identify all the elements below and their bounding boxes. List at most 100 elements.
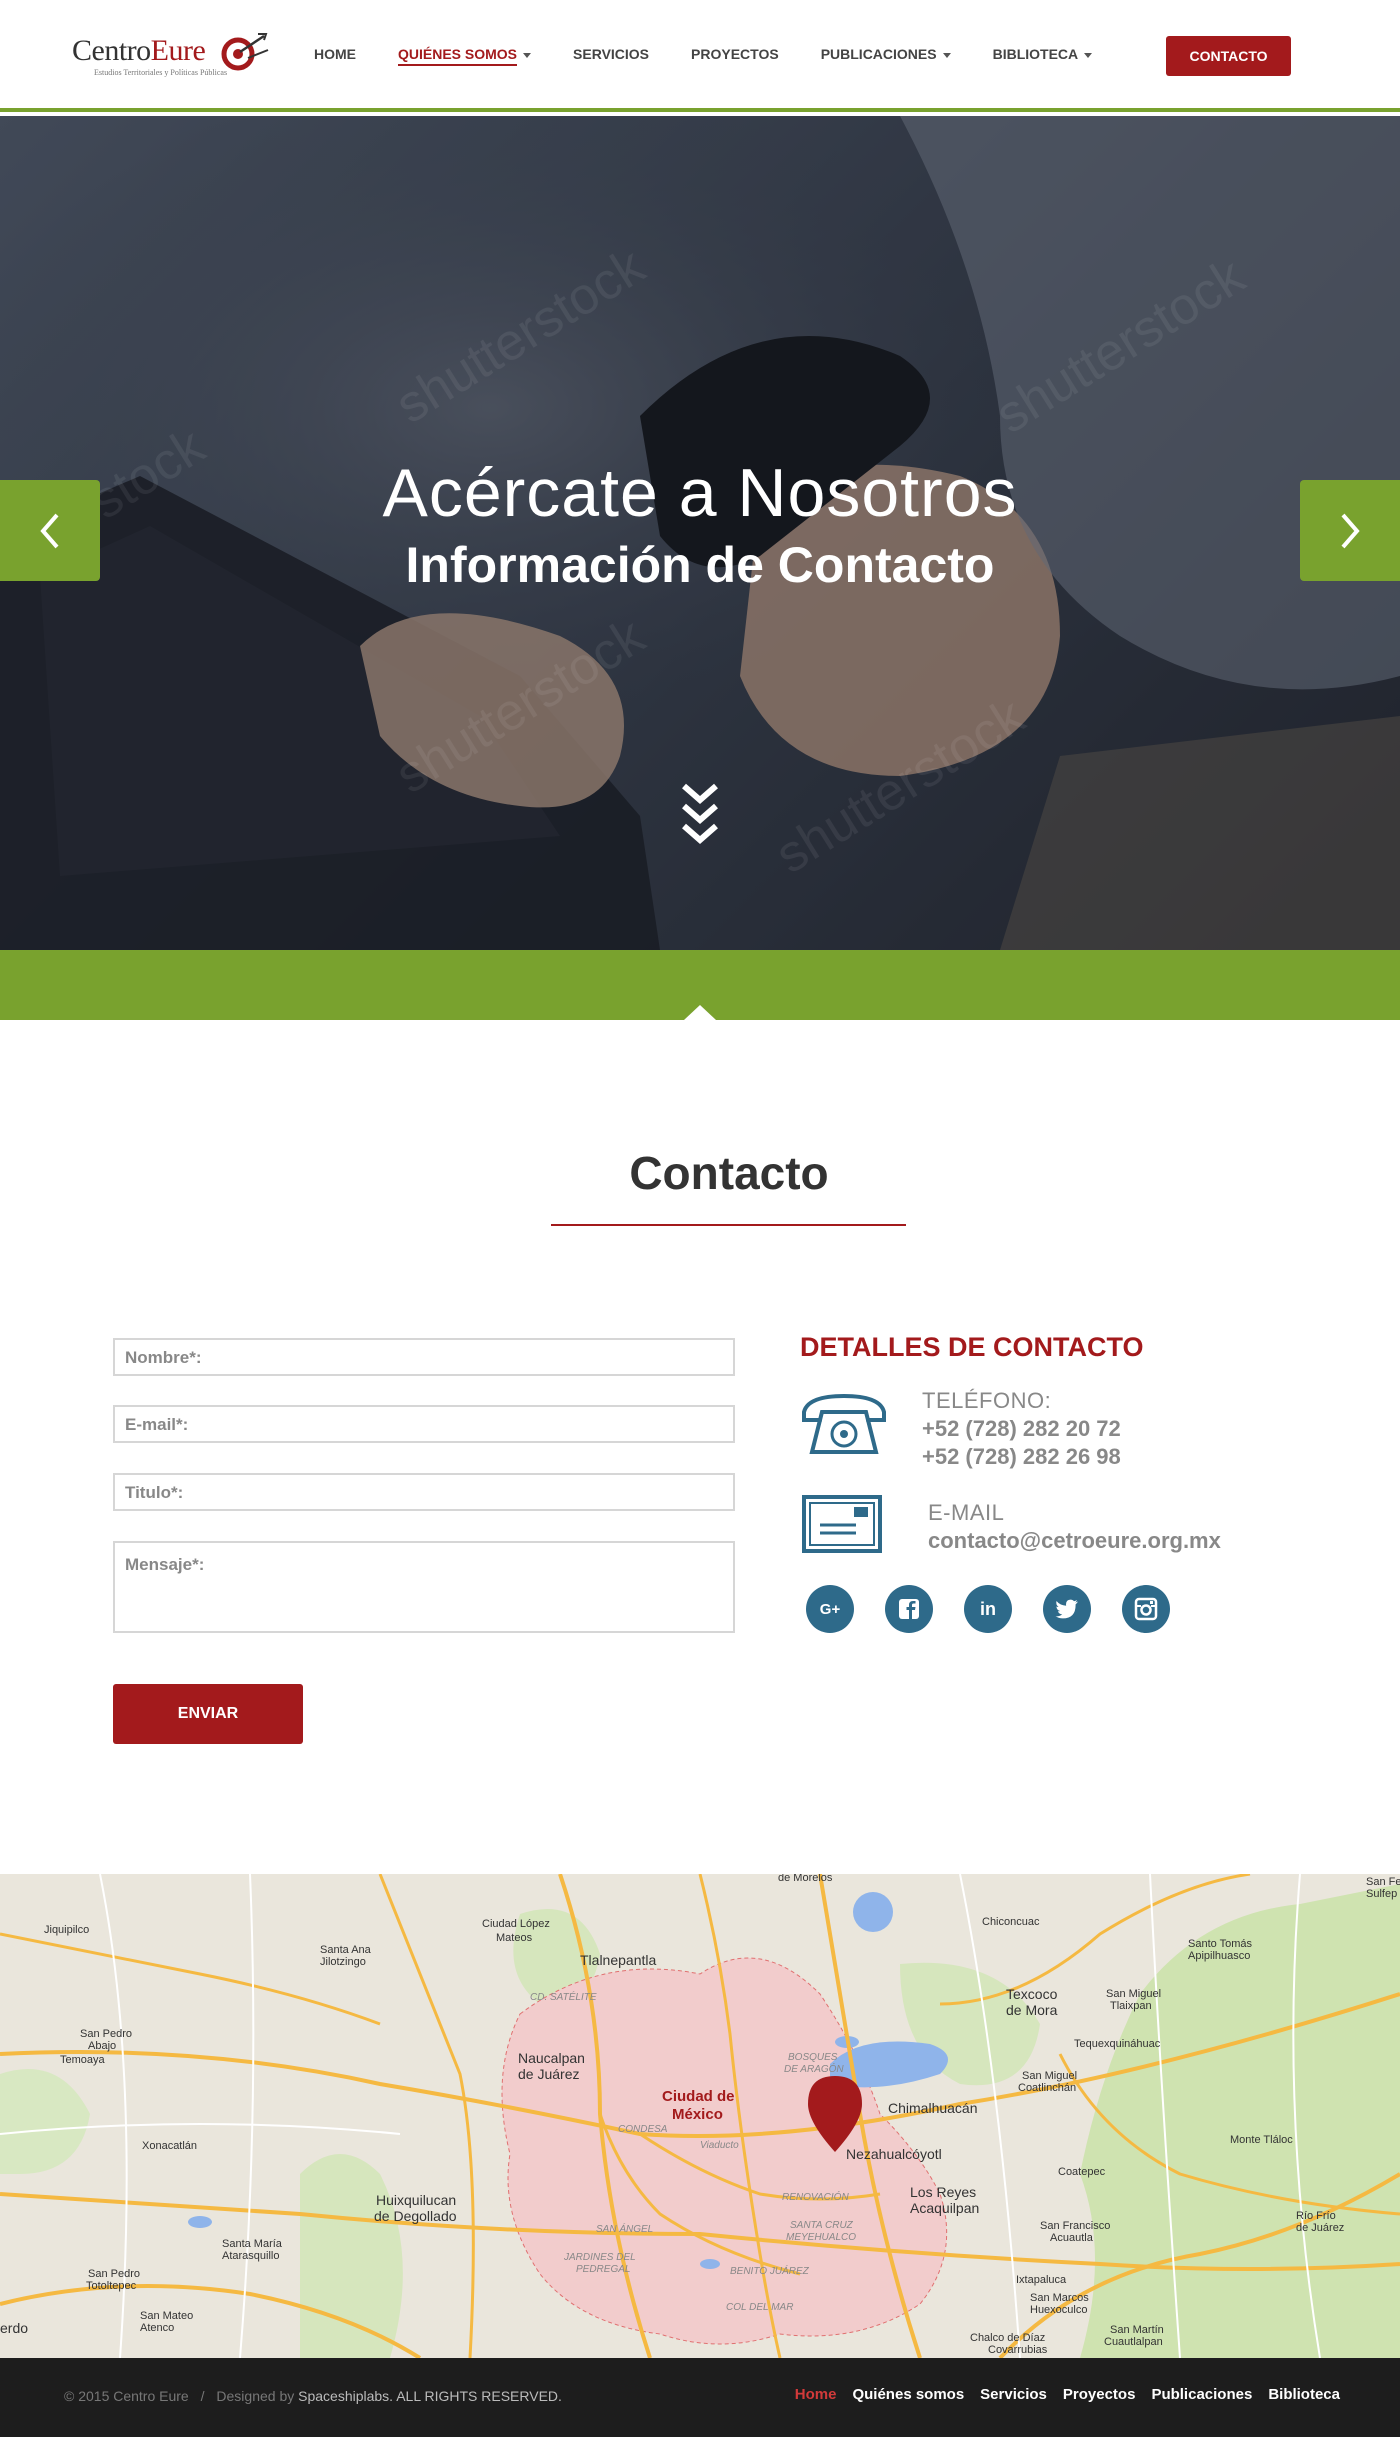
map-label: Santa Ana (320, 1944, 371, 1956)
triple-chevron-down-icon[interactable] (676, 780, 724, 852)
map-pin-icon[interactable] (806, 2074, 864, 2154)
map-label: Ixtapaluca (1016, 2274, 1067, 2286)
footer-link-proyectos[interactable]: Proyectos (1063, 2386, 1136, 2403)
slider-prev-button[interactable] (0, 480, 100, 581)
map-label: Atenco (140, 2322, 175, 2334)
nav-quienes-somos[interactable]: QUIÉNES SOMOS (398, 46, 532, 66)
instagram-button[interactable] (1122, 1585, 1170, 1633)
nav-home[interactable]: HOME (314, 46, 356, 66)
map-label: Tlaixpan (1110, 2000, 1152, 2012)
map-label: Totoltepec (86, 2280, 137, 2292)
map-label: de Degollado (374, 2208, 457, 2224)
chevron-left-icon (40, 513, 59, 548)
section-title: Contacto (629, 1147, 829, 1199)
map-label: de Juárez (518, 2066, 580, 2082)
footer-link-publicaciones[interactable]: Publicaciones (1151, 2386, 1252, 2403)
location-map[interactable]: Tlalnepantla Ciudad de México Nezahualcó… (0, 1874, 1400, 2358)
map-label: Acaquilpan (910, 2200, 980, 2216)
map-label: Chalco de Díaz (970, 2332, 1046, 2344)
map-label: San Fe (1366, 1876, 1400, 1888)
map-label: Monte Tláloc (1230, 2134, 1293, 2146)
slider-next-button[interactable] (1300, 480, 1400, 581)
map-label: México (672, 2106, 723, 2123)
main-nav: HOME QUIÉNES SOMOS SERVICIOS PROYECTOS P… (314, 46, 1134, 66)
caret-down-icon (942, 52, 951, 58)
map-label: BOSQUES (788, 2052, 838, 2063)
title-field[interactable]: Titulo*: (113, 1473, 735, 1511)
map-label: SAN ÁNGEL (596, 2224, 654, 2235)
map-label: Jilotzingo (320, 1956, 366, 1968)
map-label: CONDESA (618, 2124, 668, 2135)
nav-publicaciones[interactable]: PUBLICACIONES (821, 46, 951, 66)
designer-link[interactable]: Spaceshiplabs. (298, 2388, 393, 2404)
band-notch (684, 1005, 716, 1020)
contact-details-title: DETALLES DE CONTACTO (800, 1332, 1144, 1362)
logo[interactable]: CentroEure Estudios Territoriales y Polí… (72, 30, 272, 78)
nav-servicios[interactable]: SERVICIOS (573, 46, 649, 66)
map-label: Tequexquináhuac (1074, 2038, 1161, 2050)
map-label: RENOVACIÓN (782, 2192, 849, 2203)
map-label: Chimalhuacán (888, 2100, 978, 2116)
map-label: CD. SATÉLITE (530, 1992, 597, 2003)
map-label: Naucalpan (518, 2050, 585, 2066)
footer-nav: Home Quiénes somos Servicios Proyectos P… (779, 2386, 1340, 2403)
footer-link-quienes-somos[interactable]: Quiénes somos (852, 2386, 964, 2403)
linkedin-button[interactable]: in (964, 1585, 1012, 1633)
map-label: Ciudad López (482, 1918, 550, 1930)
map-label: Huexoculco (1030, 2304, 1088, 2316)
footer-copyright: © 2015 Centro Eure / Designed by Spacesh… (64, 2388, 562, 2404)
map-label: Coatepec (1058, 2166, 1106, 2178)
google-plus-button[interactable]: G+ (806, 1585, 854, 1633)
map-label: JARDINES DEL (564, 2252, 636, 2263)
map-label: Huixquilucan (376, 2192, 457, 2208)
map-label: Sulfep (1366, 1888, 1398, 1900)
map-label: erdo (0, 2320, 29, 2336)
map-label: Viaducto (700, 2140, 739, 2151)
map-label: San Pedro (80, 2028, 132, 2040)
email-label: E-MAIL (928, 1500, 1005, 1525)
message-textarea[interactable]: Mensaje*: (113, 1541, 735, 1633)
map-label: San Miguel (1106, 1988, 1162, 2000)
map-label: San Mateo (140, 2310, 194, 2322)
map-label: BENITO JUÁREZ (730, 2266, 809, 2277)
logo-target-icon (221, 33, 269, 71)
map-label: Mateos (496, 1932, 533, 1944)
hero-slider: shutterstock shutterstock shutterstock s… (0, 116, 1400, 950)
map-label: MEYEHUALCO (786, 2232, 857, 2243)
logo-wordmark: CentroEure (72, 34, 206, 67)
site-header: CentroEure Estudios Territoriales y Polí… (0, 0, 1400, 112)
map-label: de Morelos (778, 1874, 833, 1884)
phone-number-2[interactable]: +52 (728) 282 26 98 (922, 1444, 1121, 1470)
email-address[interactable]: contacto@cetroeure.org.mx (928, 1528, 1221, 1554)
nav-proyectos[interactable]: PROYECTOS (691, 46, 779, 66)
contact-cta-button[interactable]: CONTACTO (1166, 36, 1291, 76)
map-label: San Marcos (1030, 2292, 1089, 2304)
footer-link-servicios[interactable]: Servicios (980, 2386, 1047, 2403)
hero-subtitle: Información de Contacto (405, 537, 995, 593)
footer-link-home[interactable]: Home (795, 2386, 837, 2403)
envelope-icon (802, 1495, 882, 1553)
map-label: SANTA CRUZ (790, 2220, 853, 2231)
linkedin-icon: in (980, 1598, 996, 1619)
email-field[interactable]: E-mail*: (113, 1405, 735, 1443)
map-label: Covarrubias (988, 2344, 1048, 2356)
hero-title: Acércate a Nosotros (382, 455, 1018, 531)
nav-biblioteca[interactable]: BIBLIOTECA (993, 46, 1093, 66)
name-field[interactable]: Nombre*: (113, 1338, 735, 1376)
facebook-button[interactable] (885, 1585, 933, 1633)
map-label: Coatlinchán (1018, 2082, 1077, 2094)
section-title-underline (551, 1224, 906, 1226)
map-label: Los Reyes (910, 2184, 977, 2200)
map-label: de Juárez (1296, 2222, 1345, 2234)
twitter-button[interactable] (1043, 1585, 1091, 1633)
submit-button[interactable]: ENVIAR (113, 1684, 303, 1744)
map-label: San Miguel (1022, 2070, 1078, 2082)
footer-link-biblioteca[interactable]: Biblioteca (1268, 2386, 1340, 2403)
instagram-icon (1134, 1597, 1158, 1621)
map-label: Xonacatlán (142, 2140, 198, 2152)
map-label: San Pedro (88, 2268, 140, 2280)
map-label: Santo Tomás (1188, 1938, 1253, 1950)
telephone-icon (802, 1393, 886, 1454)
message-field-label: Mensaje*: (125, 1555, 205, 1574)
phone-number-1[interactable]: +52 (728) 282 20 72 (922, 1416, 1121, 1442)
